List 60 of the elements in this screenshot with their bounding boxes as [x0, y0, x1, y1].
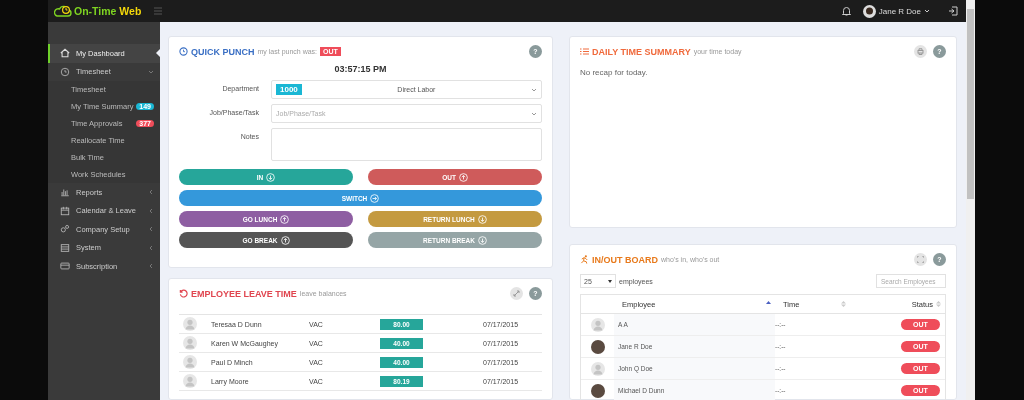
chevron-icon — [148, 207, 154, 214]
list-icon — [580, 48, 589, 55]
fullscreen-button[interactable] — [914, 253, 927, 266]
arrow-circle-icon — [280, 235, 290, 245]
printer-icon — [917, 48, 924, 55]
menu-icon[interactable] — [154, 7, 162, 15]
avatar-icon — [590, 361, 605, 376]
sort-icon[interactable] — [936, 300, 941, 308]
logout-icon[interactable] — [948, 6, 958, 16]
chevron-icon — [531, 87, 537, 92]
arrow-circle-icon — [477, 214, 487, 224]
chevron-icon — [148, 244, 154, 251]
expand-button[interactable] — [510, 287, 523, 300]
empty-message: No recap for today. — [580, 68, 649, 77]
fullscreen-icon — [917, 256, 924, 263]
bell-icon[interactable] — [841, 6, 851, 16]
card-title: DAILY TIME SUMMARY — [592, 46, 691, 57]
notes-field[interactable] — [271, 128, 542, 161]
logo-text: Web — [119, 5, 142, 17]
chevron-icon — [148, 189, 154, 196]
gears-icon — [60, 224, 70, 235]
expand-icon — [513, 290, 520, 297]
user-name[interactable]: Jane R Doe — [878, 6, 921, 16]
arrow-circle-icon — [478, 235, 487, 245]
chevron-icon — [148, 263, 154, 270]
arrow-circle-icon — [458, 172, 468, 182]
history-icon — [179, 289, 188, 298]
photo-placeholder — [590, 339, 605, 354]
clock-icon — [60, 66, 70, 77]
running-figure-icon — [580, 255, 589, 264]
avatar-icon — [183, 374, 197, 388]
caret-icon[interactable] — [924, 9, 930, 13]
card-title: QUICK PUNCH — [191, 46, 255, 57]
table-icon — [60, 242, 70, 253]
calendar-icon — [60, 205, 70, 216]
home-icon — [60, 48, 70, 59]
arrow-circle-icon — [280, 214, 290, 224]
chevron-icon — [148, 68, 154, 75]
card-title: IN/OUT BOARD — [592, 254, 658, 265]
card-title: EMPLOYEE LEAVE TIME — [191, 288, 297, 299]
arrow-circle-icon — [370, 193, 380, 203]
photo-placeholder — [590, 383, 605, 398]
print-button[interactable] — [914, 45, 927, 58]
avatar-icon — [183, 336, 197, 350]
cloud-clock-logo-icon — [54, 5, 74, 17]
card-icon — [60, 261, 70, 272]
scrollbar-thumb[interactable] — [967, 9, 974, 199]
avatar-icon — [183, 317, 197, 331]
caret-icon — [608, 279, 612, 283]
clock-time: 03:57:15 PM — [333, 64, 388, 74]
arrow-circle-icon — [266, 172, 276, 182]
avatar-icon — [590, 317, 605, 332]
sort-icon[interactable] — [841, 300, 846, 308]
chevron-icon — [148, 226, 154, 233]
chevron-icon — [531, 111, 537, 116]
avatar-icon — [183, 355, 197, 369]
avatar-icon[interactable] — [862, 4, 876, 18]
bar-chart-icon — [60, 187, 70, 198]
logo-text: On-Time — [74, 5, 117, 17]
clock-icon — [179, 47, 188, 56]
